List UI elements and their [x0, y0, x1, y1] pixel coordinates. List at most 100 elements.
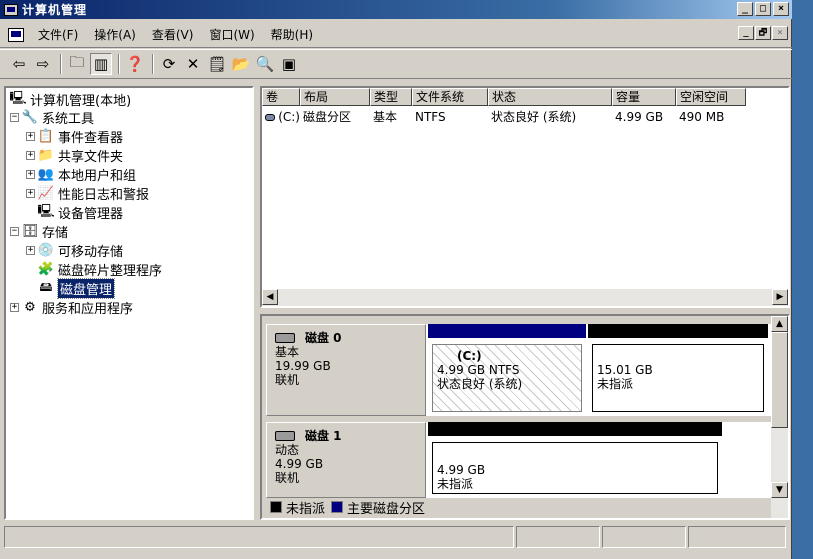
scroll-down-icon[interactable]: ▼ — [771, 482, 788, 498]
minimize-button[interactable]: _ — [737, 2, 753, 16]
disk-type: 动态 — [275, 443, 300, 457]
tree-item-label: 性能日志和警报 — [58, 188, 150, 203]
forward-icon[interactable]: ⇨ — [32, 53, 54, 75]
title-bar[interactable]: 计算机管理 _ □ × — [0, 0, 792, 19]
column-type[interactable]: 类型 — [370, 88, 412, 106]
column-filesystem[interactable]: 文件系统 — [412, 88, 488, 106]
disk-0-row[interactable]: 磁盘 0 基本 19.99 GB 联机 (C:) 4.99 GB NTFS 状态… — [266, 324, 772, 416]
defrag-icon: 🧩 — [37, 262, 55, 277]
mdi-close-button[interactable]: × — [772, 26, 788, 40]
console-tree[interactable]: 🖳 计算机管理(本地) − 🔧 系统工具 + 📋 事件查看器 + 📁 共享文件夹 + 👥 本地用户和组 + 📈… — [4, 86, 254, 520]
partition-status: 状态良好 (系统) — [437, 377, 523, 391]
tree-item[interactable]: + 💿 可移动存储 — [26, 241, 123, 260]
status-cell-4 — [688, 526, 786, 548]
cell-status: 状态良好 (系统) — [491, 110, 577, 124]
column-layout[interactable]: 布局 — [300, 88, 370, 106]
menu-window[interactable]: 窗口(W) — [201, 25, 262, 45]
system-menu-icon[interactable] — [8, 27, 24, 42]
toolbar-separator — [118, 54, 120, 74]
unallocated-1-body[interactable]: 4.99 GB 未指派 — [432, 442, 718, 494]
vertical-scrollbar[interactable]: ▲ ▼ — [771, 316, 788, 518]
tree-expander-icon[interactable]: + — [26, 246, 35, 255]
scroll-left-icon[interactable]: ◀ — [262, 289, 278, 305]
event-viewer-icon: 📋 — [37, 129, 55, 144]
tree-expander-icon[interactable]: + — [26, 151, 35, 160]
tree-item-label: 存储 — [42, 226, 69, 241]
table-row[interactable]: (C:) 磁盘分区 基本 NTFS 状态良好 (系统) 4.99 GB 490 … — [262, 108, 746, 126]
window-title: 计算机管理 — [22, 3, 88, 17]
services-icon: ⚙ — [24, 300, 36, 315]
partition-unallocated-0[interactable]: 15.01 GB 未指派 — [588, 324, 768, 416]
tree-item[interactable]: − 🔧 系统工具 — [10, 108, 94, 127]
menu-action[interactable]: 操作(A) — [86, 25, 144, 45]
cell-type: 基本 — [373, 110, 398, 124]
show-tree-icon[interactable]: ▥ — [90, 53, 112, 75]
toolbar-separator — [152, 54, 154, 74]
tree-item[interactable]: 🖳 计算机管理(本地) — [9, 90, 131, 110]
legend-swatch-unallocated — [270, 501, 282, 513]
partition-c-body[interactable]: (C:) 4.99 GB NTFS 状态良好 (系统) — [432, 344, 582, 412]
tree-expander-icon[interactable]: + — [10, 303, 19, 312]
partition-status: 未指派 — [597, 377, 634, 391]
disk-0-info[interactable]: 磁盘 0 基本 19.99 GB 联机 — [266, 324, 426, 416]
tree-item[interactable]: + 👥 本地用户和组 — [26, 165, 136, 184]
open-icon[interactable]: 📂 — [230, 53, 252, 75]
tree-item-label: 可移动存储 — [58, 245, 124, 260]
back-icon[interactable]: ⇦ — [8, 53, 30, 75]
search-icon[interactable]: 🔍 — [254, 53, 276, 75]
scroll-up-icon[interactable]: ▲ — [771, 316, 788, 332]
tree-item[interactable]: + 📁 共享文件夹 — [26, 146, 123, 165]
computer-management-icon — [4, 3, 18, 16]
cell-capacity: 4.99 GB — [615, 110, 664, 124]
disk-state: 联机 — [275, 373, 300, 387]
scroll-thumb[interactable] — [771, 332, 788, 428]
shared-folder-icon: 📁 — [37, 148, 55, 163]
disk-legend: 未指派 主要磁盘分区 — [266, 498, 425, 517]
disk-management-icon: 🖴 — [39, 279, 53, 295]
column-free-space[interactable]: 空闲空间 — [676, 88, 746, 106]
system-tools-icon: 🔧 — [21, 110, 39, 125]
up-level-icon[interactable]: 🗀 — [66, 53, 88, 75]
mdi-minimize-button[interactable]: _ — [738, 26, 754, 40]
tree-item[interactable]: 🖴 磁盘管理 — [26, 278, 116, 299]
partition-c[interactable]: (C:) 4.99 GB NTFS 状态良好 (系统) — [428, 324, 586, 416]
delete-icon[interactable]: ✕ — [182, 53, 204, 75]
tree-expander-icon[interactable]: + — [26, 132, 35, 141]
column-capacity[interactable]: 容量 — [612, 88, 676, 106]
volume-list[interactable]: 卷 布局 类型 文件系统 状态 容量 空闲空间 (C:) 磁盘分区 基本 NTF… — [260, 86, 790, 308]
horizontal-scrollbar[interactable]: ◀ ▶ — [262, 289, 788, 306]
tree-item[interactable]: − 🗄 存储 — [10, 222, 68, 241]
unallocated-0-body[interactable]: 15.01 GB 未指派 — [592, 344, 764, 412]
column-status[interactable]: 状态 — [488, 88, 612, 106]
menu-view[interactable]: 查看(V) — [144, 25, 202, 45]
partition-unallocated-1[interactable]: 4.99 GB 未指派 — [428, 422, 722, 498]
help-icon[interactable]: ❓ — [124, 53, 146, 75]
mdi-restore-button[interactable]: 🗗 — [755, 26, 771, 40]
tree-item[interactable]: + ⚙ 服务和应用程序 — [10, 298, 133, 317]
column-volume[interactable]: 卷 — [262, 88, 300, 106]
tree-item[interactable]: + 📈 性能日志和警报 — [26, 184, 149, 203]
disk-icon[interactable]: ▣ — [278, 53, 300, 75]
disk-size: 4.99 GB — [275, 457, 324, 471]
tree-expander-icon[interactable]: + — [26, 189, 35, 198]
tree-expander-icon[interactable]: + — [26, 170, 35, 179]
close-button[interactable]: × — [773, 2, 789, 16]
tree-item[interactable]: 🧩 磁盘碎片整理程序 — [26, 260, 162, 279]
tree-item[interactable]: + 📋 事件查看器 — [26, 127, 123, 146]
tree-item-label: 共享文件夹 — [58, 150, 124, 165]
tree-expander-icon[interactable]: − — [10, 113, 19, 122]
disk-1-row[interactable]: 磁盘 1 动态 4.99 GB 联机 4.99 GB 未指派 — [266, 422, 772, 498]
menu-file[interactable]: 文件(F) — [30, 25, 86, 45]
scroll-right-icon[interactable]: ▶ — [772, 289, 788, 305]
refresh-icon[interactable]: ⟳ — [158, 53, 180, 75]
hard-disk-icon — [275, 333, 295, 343]
menu-help[interactable]: 帮助(H) — [263, 25, 321, 45]
disk-1-info[interactable]: 磁盘 1 动态 4.99 GB 联机 — [266, 422, 426, 498]
properties-icon[interactable]: 🗒 — [206, 53, 228, 75]
tree-expander-icon[interactable]: − — [10, 227, 19, 236]
cell-filesystem: NTFS — [415, 110, 446, 124]
maximize-button[interactable]: □ — [755, 2, 771, 16]
computer-icon: 🖳 — [9, 90, 27, 106]
cell-free-space: 490 MB — [679, 110, 725, 124]
tree-item[interactable]: 🖳 设备管理器 — [26, 203, 123, 223]
